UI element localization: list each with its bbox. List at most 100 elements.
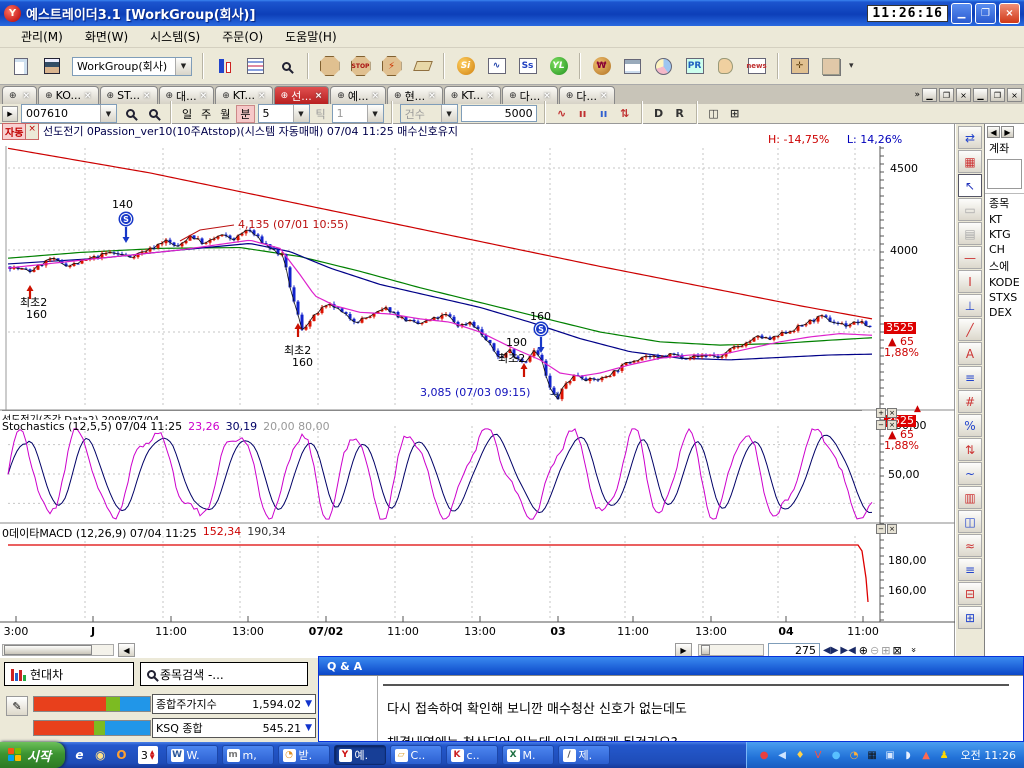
list-icon[interactable]: ≡: [958, 558, 982, 581]
grid-toggle-icon[interactable]: ⊞: [881, 644, 890, 657]
stock-list-item[interactable]: STXS: [985, 290, 1024, 305]
minute-combo[interactable]: 5 ▼: [258, 104, 310, 123]
tab-close-icon[interactable]: ×: [84, 91, 92, 101]
stock-list-item[interactable]: DEX: [985, 305, 1024, 320]
taskbar-button[interactable]: Kc..: [446, 745, 498, 765]
doc-d-icon[interactable]: D: [650, 106, 668, 122]
child-minimize-button[interactable]: ▁: [922, 88, 937, 102]
panel-expand-button[interactable]: +: [876, 408, 886, 418]
hline-icon[interactable]: —: [958, 246, 982, 269]
frame-restore-button[interactable]: ❐: [990, 88, 1005, 102]
si-signal-icon[interactable]: Si: [451, 52, 480, 81]
tab-close-icon[interactable]: ×: [428, 91, 436, 101]
period-minute-button[interactable]: 분: [236, 105, 254, 123]
percent-icon[interactable]: %: [958, 414, 982, 437]
child-restore-button[interactable]: ❐: [939, 88, 954, 102]
chart-tab[interactable]: ⊕대...×: [159, 86, 215, 104]
workgroup-combo[interactable]: WorkGroup(회사)▼: [72, 57, 192, 76]
count-input[interactable]: [461, 105, 537, 122]
panel-close-button[interactable]: ×: [887, 420, 897, 430]
step-back-forward-icon[interactable]: ◀▶: [823, 645, 838, 656]
edit-pencil-icon[interactable]: ✎: [6, 696, 28, 716]
chart-tab[interactable]: ⊕현...×: [387, 86, 443, 104]
chart-tab[interactable]: ⊕다...×: [502, 86, 558, 104]
pr-monitor-icon[interactable]: PR: [680, 52, 709, 81]
tab-close-icon[interactable]: ×: [600, 91, 608, 101]
auto-badge-close-icon[interactable]: ×: [25, 124, 38, 139]
candle-window-icon[interactable]: ◫: [705, 106, 723, 122]
chart-tab[interactable]: ⊕KT...×: [215, 86, 272, 104]
bar-count-input[interactable]: [768, 643, 820, 657]
panel-collapse-button[interactable]: −: [876, 524, 886, 534]
volume-red-icon[interactable]: ıı: [574, 106, 592, 122]
menu-item[interactable]: 시스템(S): [139, 26, 211, 47]
speed-order-icon[interactable]: ⚡: [377, 52, 406, 81]
tab-link-icon[interactable]: ⊕: [337, 91, 345, 101]
news-icon[interactable]: news: [742, 52, 771, 81]
messenger-icon[interactable]: ♟: [937, 748, 952, 763]
tab-link-icon[interactable]: ⊕: [9, 91, 17, 101]
chart-tab[interactable]: ⊕×: [2, 86, 37, 104]
text-tool-icon[interactable]: A: [958, 342, 982, 365]
tab-link-icon[interactable]: ⊕: [281, 91, 289, 101]
start-button[interactable]: 시작: [0, 742, 65, 768]
taskbar-button[interactable]: mm,: [222, 745, 274, 765]
collapse-icon[interactable]: ⊟: [958, 582, 982, 605]
chart-tab[interactable]: ⊕KO...×: [38, 86, 98, 104]
tab-overflow-icon[interactable]: »: [914, 90, 920, 100]
line-chart-icon[interactable]: ∿: [553, 106, 571, 122]
restore-button[interactable]: ❐: [975, 3, 996, 24]
chart-tv-icon[interactable]: ∿: [482, 52, 511, 81]
outlook-icon[interactable]: O: [113, 747, 130, 764]
tab-link-icon[interactable]: ⊕: [566, 91, 574, 101]
tab-link-icon[interactable]: ⊕: [222, 91, 230, 101]
internet-explorer-icon[interactable]: e: [71, 747, 88, 764]
select-icon[interactable]: ▭: [958, 198, 982, 221]
lan-icon[interactable]: ▲: [919, 748, 934, 763]
close-panel-icon[interactable]: ⊠: [892, 644, 901, 657]
volume-icon[interactable]: ◗: [901, 748, 916, 763]
qna-body[interactable]: 다시 접속하여 확인해 보니깐 매수청산 신호가 없는데도 체결내역에는 청산되…: [319, 675, 1023, 741]
memo-face-icon[interactable]: [711, 52, 740, 81]
panel-close-button[interactable]: ×: [887, 408, 897, 418]
volume-blue-icon[interactable]: ıı: [595, 106, 613, 122]
media-player-icon[interactable]: ◉: [92, 747, 109, 764]
chart-tab[interactable]: ⊕예...×: [330, 86, 386, 104]
quote-table-icon[interactable]: [241, 52, 270, 81]
search-icon[interactable]: [272, 52, 301, 81]
scroll-left-icon[interactable]: ◀: [987, 126, 1000, 138]
new-file-icon[interactable]: [6, 52, 35, 81]
tab-link-icon[interactable]: ⊕: [166, 91, 174, 101]
toolbar-more-icon[interactable]: ▾: [849, 61, 854, 71]
trendline-icon[interactable]: ╱: [958, 318, 982, 341]
tab-link-icon[interactable]: ⊕: [45, 91, 53, 101]
child-close-button[interactable]: ×: [956, 88, 971, 102]
period-day-button[interactable]: 일: [179, 106, 195, 122]
tab-link-icon[interactable]: ⊕: [509, 91, 517, 101]
stock-list-item[interactable]: 스에: [985, 257, 1024, 275]
zoom-search-icon[interactable]: [143, 105, 163, 123]
pattern-icon[interactable]: ▥: [958, 486, 982, 509]
scroll-right-icon[interactable]: ▶: [1001, 126, 1014, 138]
chart-tab[interactable]: ⊕ST...×: [100, 86, 158, 104]
wori-icon[interactable]: ▦: [865, 748, 880, 763]
layout-grid-icon[interactable]: ▦: [958, 150, 982, 173]
stock-list-item[interactable]: KT: [985, 212, 1024, 227]
chart-h-scrollbar[interactable]: [2, 644, 114, 656]
stop-order-icon[interactable]: STOP: [346, 52, 375, 81]
taskbar-button[interactable]: Y예.: [334, 745, 386, 765]
channel-icon[interactable]: #: [958, 390, 982, 413]
parallel-icon[interactable]: ≡: [958, 366, 982, 389]
blank-button-icon[interactable]: [816, 52, 845, 81]
vline-icon[interactable]: I: [958, 270, 982, 293]
expand-icon[interactable]: ⊞: [958, 606, 982, 629]
display-icon[interactable]: ▣: [883, 748, 898, 763]
collapse-chevrons-icon[interactable]: »: [907, 647, 917, 653]
chevron-down-icon[interactable]: ▼: [100, 105, 116, 122]
stock-shortcut-button[interactable]: 현대차: [4, 662, 134, 686]
period-week-button[interactable]: 주: [198, 106, 214, 122]
compare-icon[interactable]: ◫: [958, 510, 982, 533]
minimize-button[interactable]: ▁: [951, 3, 972, 24]
calendar-search-icon[interactable]: [618, 52, 647, 81]
qna-titlebar[interactable]: Q & A: [319, 657, 1023, 675]
